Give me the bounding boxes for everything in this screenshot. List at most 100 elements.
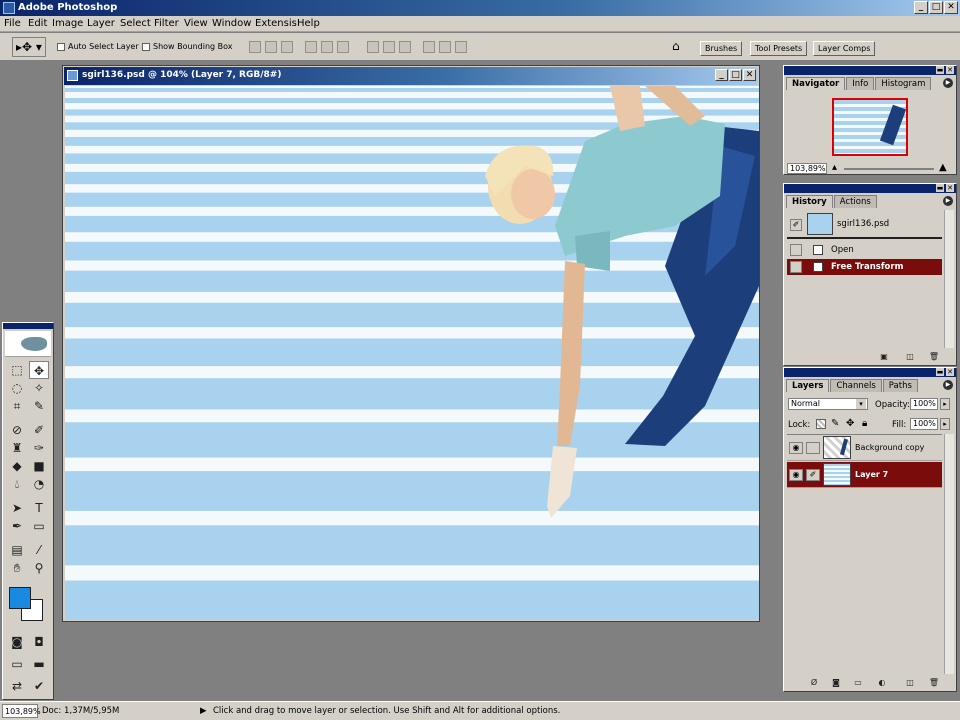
pen-tool-icon[interactable]: ✒ [7, 517, 27, 535]
palette-close-icon[interactable]: ✕ [946, 66, 954, 74]
navigator-preview[interactable] [832, 98, 908, 156]
close-button[interactable]: ✕ [944, 1, 958, 14]
well-tab-layer-comps[interactable]: Layer Comps [813, 41, 876, 56]
history-titlebar[interactable]: ▬ ✕ [784, 184, 956, 193]
new-layer-icon[interactable]: ◫ [904, 678, 916, 688]
brush-tool-icon[interactable]: ✐ [29, 421, 49, 439]
image-canvas[interactable] [65, 86, 759, 620]
auto-select-checkbox[interactable] [57, 43, 65, 51]
add-layer-mask-icon[interactable]: ◙ [830, 678, 842, 688]
adobe-online-logo[interactable] [5, 331, 51, 357]
foreground-color-swatch-top[interactable] [9, 587, 31, 609]
distribute-bottom-button[interactable] [399, 41, 411, 53]
hand-tool-icon[interactable]: ✋︎ [7, 559, 27, 577]
lasso-tool-icon[interactable]: ◌ [7, 379, 27, 397]
menu-select[interactable]: Select [120, 18, 151, 29]
status-menu-arrow-icon[interactable]: ▶ [200, 706, 207, 716]
layers-titlebar[interactable]: ▬ ✕ [784, 368, 956, 377]
layer-link-box[interactable] [806, 442, 820, 454]
lock-transparency-icon[interactable] [816, 419, 826, 429]
minimize-button[interactable]: _ [914, 1, 928, 14]
palette-close-icon[interactable]: ✕ [946, 184, 954, 192]
history-scrollbar[interactable] [944, 210, 954, 348]
navigator-menu-icon[interactable]: ▶ [943, 78, 953, 88]
tab-actions[interactable]: Actions [833, 195, 877, 208]
opacity-field[interactable]: 100% [910, 398, 938, 410]
distribute-hcenter-button[interactable] [439, 41, 451, 53]
history-menu-icon[interactable]: ▶ [943, 196, 953, 206]
path-selection-tool-icon[interactable]: ➤ [7, 499, 27, 517]
status-zoom-field[interactable]: 103,89% [2, 704, 41, 718]
bounding-box-checkbox[interactable] [142, 43, 150, 51]
blend-mode-select[interactable]: Normal ▾ [788, 398, 868, 410]
menu-help[interactable]: Help [297, 18, 320, 29]
menu-view[interactable]: View [184, 18, 208, 29]
fill-slider-arrow[interactable]: ▸ [940, 418, 950, 430]
crop-tool-icon[interactable]: ⌗ [7, 397, 27, 415]
type-tool-icon[interactable]: T [29, 499, 49, 517]
add-layer-style-icon[interactable]: Ø [808, 678, 820, 688]
imageready-check-icon[interactable]: ✔ [29, 677, 49, 695]
shape-tool-icon[interactable]: ▭ [29, 517, 49, 535]
marquee-tool-icon[interactable]: ⬚ [7, 361, 27, 379]
tab-paths[interactable]: Paths [882, 379, 918, 392]
menu-layer[interactable]: Layer [87, 18, 115, 29]
well-tab-brushes[interactable]: Brushes [700, 41, 743, 56]
well-tab-tool-presets[interactable]: Tool Presets [750, 41, 808, 56]
distribute-top-button[interactable] [367, 41, 379, 53]
chevron-down-icon[interactable]: ▾ [856, 399, 866, 409]
new-layer-set-icon[interactable]: ▭ [852, 678, 864, 688]
move-tool-preset-picker[interactable]: ▸✥ ▾ [12, 37, 46, 57]
tab-histogram[interactable]: Histogram [875, 77, 932, 90]
lock-position-icon[interactable]: ✥ [846, 418, 854, 429]
menu-filter[interactable]: Filter [154, 18, 179, 29]
quick-mask-mode-icon[interactable]: ◘ [29, 633, 49, 651]
lock-all-icon[interactable]: 🔒︎ [862, 418, 867, 429]
standard-mode-icon[interactable]: ◙ [7, 633, 27, 651]
history-brush-source-box[interactable] [790, 244, 802, 256]
doc-minimize-button[interactable]: _ [715, 69, 728, 81]
status-doc-size[interactable]: Doc: 1,37M/5,95M [42, 706, 119, 716]
eye-icon[interactable]: ◉ [789, 469, 803, 481]
document-title-bar[interactable]: sgirl136.psd @ 104% (Layer 7, RGB/8#) _ … [64, 67, 758, 85]
file-browser-icon[interactable]: ⌂ [672, 39, 688, 55]
gradient-tool-icon[interactable]: ■ [29, 457, 49, 475]
history-snapshot[interactable]: ✐ sgirl136.psd [787, 211, 942, 239]
menu-window[interactable]: Window [212, 18, 251, 29]
history-item-free-transform[interactable]: Free Transform [787, 259, 942, 275]
align-hcenter-button[interactable] [321, 41, 333, 53]
palette-minimize-icon[interactable]: ▬ [936, 368, 944, 376]
palette-minimize-icon[interactable]: ▬ [936, 66, 944, 74]
full-screen-mode-icon[interactable]: ▬ [29, 655, 49, 673]
eraser-tool-icon[interactable]: ◆ [7, 457, 27, 475]
lock-pixels-icon[interactable]: ✎ [831, 418, 839, 429]
tab-layers[interactable]: Layers [786, 379, 830, 392]
eye-icon[interactable]: ◉ [789, 442, 803, 454]
history-item-open[interactable]: Open [787, 242, 942, 258]
new-document-from-state-icon[interactable]: ▣ [878, 352, 890, 362]
doc-maximize-button[interactable]: □ [729, 69, 742, 81]
distribute-left-button[interactable] [423, 41, 435, 53]
layer-row-layer-7[interactable]: ◉ ✐ Layer 7 [787, 462, 942, 488]
history-brush-source-icon[interactable]: ✐ [790, 219, 802, 231]
slice-tool-icon[interactable]: ✎ [29, 397, 49, 415]
standard-screen-mode-icon[interactable]: ▭ [7, 655, 27, 673]
magic-wand-tool-icon[interactable]: ✧ [29, 379, 49, 397]
align-top-button[interactable] [249, 41, 261, 53]
notes-tool-icon[interactable]: ▤ [7, 541, 27, 559]
new-adjustment-layer-icon[interactable]: ◐ [876, 678, 888, 688]
healing-brush-tool-icon[interactable]: ⊘ [7, 421, 27, 439]
paintbrush-icon[interactable]: ✐ [806, 469, 820, 481]
doc-close-button[interactable]: ✕ [743, 69, 756, 81]
tab-history[interactable]: History [786, 195, 833, 208]
align-left-button[interactable] [305, 41, 317, 53]
menu-edit[interactable]: Edit [28, 18, 47, 29]
delete-layer-icon[interactable]: 🗑︎ [928, 678, 940, 688]
jump-to-imageready-icon[interactable]: ⇄ [7, 677, 27, 695]
navigator-zoom-field[interactable]: 103,89% [787, 163, 827, 174]
clone-stamp-tool-icon[interactable]: ♜ [7, 439, 27, 457]
menu-image[interactable]: Image [52, 18, 83, 29]
align-vcenter-button[interactable] [265, 41, 277, 53]
fill-field[interactable]: 100% [910, 418, 938, 430]
new-snapshot-icon[interactable]: ◫ [904, 352, 916, 362]
